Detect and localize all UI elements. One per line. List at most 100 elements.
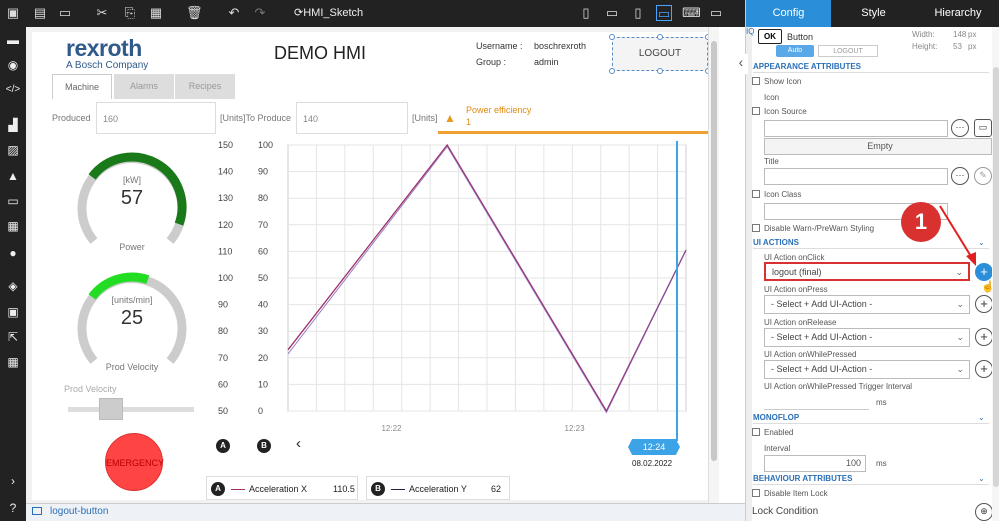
- y-right-tick: 0: [258, 406, 263, 416]
- panel-scrollbar-thumb[interactable]: [993, 67, 999, 487]
- empty-button[interactable]: Empty: [764, 138, 992, 155]
- laptop-icon[interactable]: ⌨: [682, 5, 701, 21]
- add-action-icon[interactable]: +: [975, 295, 993, 313]
- delete-icon[interactable]: 🗑: [186, 5, 203, 21]
- title-input[interactable]: [764, 168, 948, 185]
- username-value: boschrexroth: [534, 41, 587, 51]
- add-action-icon[interactable]: ⊕: [975, 503, 993, 521]
- edit-icon[interactable]: ✎: [974, 167, 992, 185]
- chart-prev-button[interactable]: ‹: [296, 435, 301, 452]
- element-icon: [32, 507, 42, 515]
- code-icon[interactable]: </>: [5, 82, 21, 98]
- resize-handle[interactable]: [705, 34, 708, 40]
- copy-icon[interactable]: ⎘: [122, 5, 138, 21]
- export-icon[interactable]: ⇱: [5, 329, 21, 345]
- show-icon-label: Show Icon: [764, 77, 802, 86]
- save-all-icon[interactable]: ▤: [32, 5, 48, 21]
- emergency-button[interactable]: EMERGENCY: [105, 433, 164, 491]
- chevron-down-icon[interactable]: ⌄: [978, 413, 985, 422]
- logout-tab[interactable]: LOGOUT: [818, 45, 878, 57]
- tab-machine[interactable]: Machine: [52, 74, 112, 99]
- tab-recipes[interactable]: Recipes: [175, 74, 235, 99]
- resize-handle[interactable]: [609, 34, 615, 40]
- dashboard-icon[interactable]: ▬: [5, 32, 21, 48]
- auto-tab[interactable]: Auto: [776, 45, 814, 57]
- cut-icon[interactable]: ✂: [94, 5, 110, 21]
- redo-icon[interactable]: ↷: [252, 5, 268, 21]
- icon-source-checkbox[interactable]: [752, 107, 760, 115]
- help-icon[interactable]: ?: [5, 500, 21, 516]
- select-placeholder: - Select + Add UI-Action -: [771, 332, 873, 342]
- resize-handle[interactable]: [705, 68, 708, 74]
- tab-style[interactable]: Style: [831, 0, 916, 27]
- tab-hierarchy[interactable]: Hierarchy: [916, 0, 999, 27]
- more-icon[interactable]: ···: [951, 119, 969, 137]
- desktop-icon[interactable]: ▭: [708, 5, 724, 21]
- disable-lock-checkbox[interactable]: [752, 489, 760, 497]
- show-icon-checkbox[interactable]: [752, 77, 760, 85]
- paste-icon[interactable]: ▦: [148, 5, 164, 21]
- selected-element-path[interactable]: logout-button: [50, 506, 108, 517]
- velocity-slider-track[interactable]: [68, 407, 194, 412]
- y-left-tick: 70: [218, 353, 228, 363]
- tab-alarms[interactable]: Alarms: [114, 74, 174, 99]
- slider-label: Prod Velocity: [64, 384, 117, 394]
- scrollbar-thumb[interactable]: [711, 41, 717, 461]
- icon-class-checkbox[interactable]: [752, 190, 760, 198]
- chevron-down-icon: ⌄: [956, 299, 964, 309]
- more-icon[interactable]: ···: [951, 167, 969, 185]
- legend-name: Acceleration X: [249, 484, 308, 494]
- on-press-label: UI Action onPress: [764, 285, 828, 294]
- chart-time-marker[interactable]: 12:24: [628, 439, 680, 455]
- to-produce-field[interactable]: 140: [296, 102, 408, 134]
- resize-handle[interactable]: [609, 68, 615, 74]
- marker-b-button[interactable]: B: [257, 439, 271, 453]
- group-value: admin: [534, 57, 559, 67]
- icon-source-input[interactable]: [764, 120, 948, 137]
- chevron-down-icon[interactable]: ⌄: [978, 474, 985, 483]
- save-icon[interactable]: ▣: [5, 5, 21, 21]
- interval-input[interactable]: 100: [764, 455, 866, 472]
- chevron-right-icon[interactable]: ›: [5, 473, 21, 489]
- canvas-scrollbar[interactable]: ▼: [708, 27, 719, 515]
- globe-icon[interactable]: ◉: [5, 57, 21, 73]
- add-action-icon[interactable]: +: [975, 360, 993, 378]
- power-efficiency-alert: ▲ Power efficiency 1: [438, 102, 708, 134]
- warning-icon[interactable]: ▲: [5, 168, 21, 184]
- enabled-checkbox[interactable]: [752, 428, 760, 436]
- devices-icon[interactable]: ▣: [5, 304, 21, 320]
- on-release-select[interactable]: - Select + Add UI-Action - ⌄: [764, 328, 970, 347]
- disable-warn-checkbox[interactable]: [752, 224, 760, 232]
- phone-landscape-icon[interactable]: ▭: [604, 5, 620, 21]
- cube-icon[interactable]: ◈: [5, 278, 21, 294]
- resize-handle[interactable]: [657, 68, 663, 74]
- marker-a-button[interactable]: A: [216, 439, 230, 453]
- grid-icon[interactable]: ▦: [5, 354, 21, 370]
- x-tick: 12:22: [381, 424, 402, 433]
- velocity-value: 25: [120, 307, 144, 329]
- on-press-select[interactable]: - Select + Add UI-Action - ⌄: [764, 295, 970, 314]
- undo-icon[interactable]: ↶: [226, 5, 242, 21]
- on-while-select[interactable]: - Select + Add UI-Action - ⌄: [764, 360, 970, 379]
- tab-config[interactable]: Config: [746, 0, 831, 27]
- resize-handle[interactable]: [657, 34, 663, 40]
- monitor-icon[interactable]: ▭: [57, 5, 73, 21]
- collapse-panel-icon[interactable]: ‹: [734, 54, 748, 74]
- tablet-landscape-icon[interactable]: ▭: [656, 5, 672, 21]
- phone-portrait-icon[interactable]: ▯: [578, 5, 594, 21]
- monitor-picker-icon[interactable]: ▭: [974, 119, 992, 137]
- y-left-tick: 80: [218, 326, 228, 336]
- velocity-slider-thumb[interactable]: [98, 398, 123, 420]
- trigger-interval-input[interactable]: [764, 393, 869, 410]
- user-icon[interactable]: ●: [5, 245, 21, 261]
- chart-icon[interactable]: ▨: [5, 142, 21, 158]
- grid-apps-icon[interactable]: ▦: [5, 218, 21, 234]
- logout-button[interactable]: LOGOUT: [612, 37, 708, 71]
- panel-scrollbar[interactable]: [992, 27, 999, 521]
- y-left-tick: 150: [218, 140, 233, 150]
- card-icon[interactable]: ▭: [5, 193, 21, 209]
- produced-field[interactable]: 160: [96, 102, 216, 134]
- tablet-portrait-icon[interactable]: ▯: [630, 5, 646, 21]
- add-action-icon[interactable]: +: [975, 328, 993, 346]
- factory-icon[interactable]: ▟: [5, 117, 21, 133]
